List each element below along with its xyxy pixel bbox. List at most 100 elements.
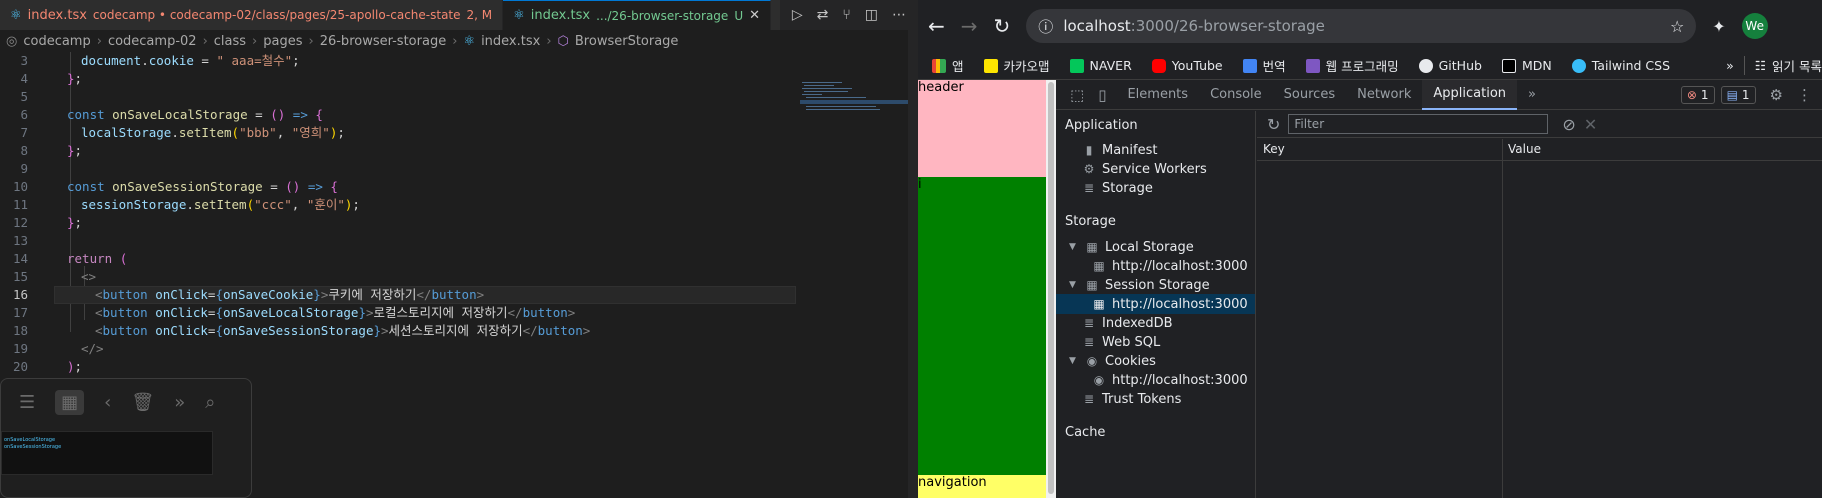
editor-tab-2[interactable]: ⚛ index.tsx .../26-browser-storage U ✕ [503, 0, 772, 30]
cookie-icon: ◉ [1086, 354, 1098, 368]
messages-badge[interactable]: ▤ 1 [1720, 85, 1756, 104]
bookmark-tailwind[interactable]: Tailwind CSS [1571, 58, 1670, 73]
expand-triangle-icon[interactable]: ▼ [1069, 356, 1079, 366]
forward-arrow-icon[interactable]: → [961, 14, 978, 38]
thumbnail-preview[interactable]: onSaveLocalStorage onSaveSessionStorage [1, 431, 213, 475]
breadcrumb-item[interactable]: 26-browser-storage [320, 34, 447, 49]
bookmark-github[interactable]: GitHub [1418, 58, 1482, 73]
sidebar-item-cookies[interactable]: ▼ ◉ Cookies [1069, 351, 1156, 371]
bookmark-star-icon[interactable]: ☆ [1670, 17, 1684, 36]
bookmark-apps[interactable]: 앱 [932, 56, 964, 75]
filter-input[interactable] [1288, 114, 1549, 134]
errors-badge[interactable]: ⊗ 1 [1680, 85, 1715, 104]
expand-triangle-icon[interactable]: ▼ [1069, 280, 1079, 290]
back-icon[interactable]: ‹ [104, 392, 111, 413]
breadcrumb-item[interactable]: codecamp [23, 34, 90, 49]
bookmark-mdn[interactable]: MDN [1501, 58, 1552, 73]
tab-console[interactable]: Console [1199, 80, 1273, 110]
storage-toolbar: ↻ ⊘ ✕ [1257, 111, 1822, 138]
inspect-icon[interactable]: ⬚ [1070, 86, 1084, 104]
sidebar-item-session-storage[interactable]: ▼ ▦ Session Storage [1069, 275, 1210, 295]
avatar[interactable]: We [1741, 13, 1768, 39]
info-icon[interactable]: ⓘ [1038, 16, 1053, 37]
thumbnail-text: onSaveSessionStorage [4, 444, 62, 450]
tab-network[interactable]: Network [1346, 80, 1422, 110]
breadcrumb-item[interactable]: BrowserStorage [575, 34, 679, 49]
device-toggle-icon[interactable]: ▯ [1098, 86, 1106, 104]
git-icon[interactable]: ⑂ [842, 7, 850, 23]
translate-icon [1242, 58, 1257, 73]
bookmark-translate[interactable]: 번역 [1242, 56, 1286, 75]
sidebar-item-storage[interactable]: ≣ Storage [1082, 178, 1153, 198]
search-icon[interactable]: ⌕ [205, 392, 215, 413]
close-icon[interactable]: ✕ [749, 8, 760, 23]
sidebar-item-cookies-origin[interactable]: ◉ http://localhost:3000 [1092, 370, 1248, 390]
sidebar-item-trust-tokens[interactable]: ≣ Trust Tokens [1082, 389, 1181, 409]
breadcrumb-item[interactable]: class [214, 34, 246, 49]
page-scrollbar[interactable] [1046, 80, 1056, 498]
run-icon[interactable]: ▷ [792, 7, 803, 23]
application-sidebar: Application ▮ Manifest ⚙ Service Workers ≣… [1056, 111, 1256, 498]
sidebar-item-service-workers[interactable]: ⚙ Service Workers [1082, 159, 1207, 179]
back-arrow-icon[interactable]: ← [928, 14, 945, 38]
expand-triangle-icon[interactable]: ▼ [1069, 242, 1079, 252]
breadcrumb-item[interactable]: index.tsx [481, 34, 540, 49]
code-line: 4}; [20, 71, 83, 86]
table-header: Key Value [1257, 139, 1822, 161]
code-line-current: 16 <button onClick={onSaveCookie}>쿠키에 저장하… [0, 286, 796, 304]
trash-icon[interactable]: 🗑 [131, 392, 154, 413]
sidebar-item-websql[interactable]: ≣ Web SQL [1082, 332, 1160, 352]
clear-all-icon[interactable]: ⊘ [1562, 115, 1575, 134]
split-editor-icon[interactable]: ◫ [865, 7, 878, 23]
scrollbar[interactable] [908, 0, 918, 498]
refresh-icon[interactable]: ↻ [1267, 115, 1280, 134]
sidebar-item-local-storage[interactable]: ▼ ▦ Local Storage [1069, 237, 1194, 257]
editor-tab-1[interactable]: ⚛ index.tsx codecamp • codecamp-02/class… [0, 0, 504, 30]
tab-elements[interactable]: Elements [1116, 80, 1199, 110]
column-value[interactable]: Value [1508, 142, 1541, 156]
address-bar[interactable]: ⓘ localhost:3000/26-browser-storage ☆ [1026, 9, 1697, 43]
tab-application[interactable]: Application [1422, 79, 1518, 110]
code-line: 6 const onSaveLocalStorage = () => { [20, 107, 323, 122]
list-icon[interactable]: ☰ [19, 392, 35, 413]
code-line: 15 <> [12, 269, 97, 284]
sidebar-item-manifest[interactable]: ▮ Manifest [1082, 140, 1158, 160]
table-icon: ▦ [1093, 297, 1105, 311]
devtools-panel: ⬚ ▯ Elements Console Sources Network App… [1056, 79, 1822, 498]
folder-icon: ◎ [6, 33, 18, 49]
apps-icon [932, 58, 946, 73]
bookmarks-overflow-icon[interactable]: » [1726, 58, 1734, 73]
bookmark-naver[interactable]: NAVER [1069, 58, 1132, 73]
code-line: 8}; [20, 143, 83, 158]
breadcrumb-item[interactable]: codecamp-02 [108, 34, 197, 49]
bookmark-web-programming[interactable]: 웹 프로그래밍 [1305, 56, 1399, 75]
extensions-icon[interactable]: ✦ [1712, 17, 1725, 36]
delete-selected-icon[interactable]: ✕ [1584, 115, 1597, 134]
more-icon[interactable]: ⋯ [892, 7, 906, 23]
minimap[interactable] [800, 80, 908, 120]
more-tabs-icon[interactable]: » [1517, 80, 1547, 110]
gear-icon[interactable]: ⚙ [1770, 86, 1783, 104]
breadcrumb-item[interactable]: pages [263, 34, 302, 49]
sidebar-item-session-origin[interactable]: ▦ http://localhost:3000 [1056, 294, 1255, 314]
database-icon: ≣ [1083, 335, 1095, 349]
code-line: 5 [20, 89, 28, 104]
bookmark-youtube[interactable]: YouTube [1151, 58, 1223, 73]
tab-status: U [734, 8, 744, 23]
forward-icon[interactable]: » [174, 392, 185, 413]
column-divider[interactable] [1502, 139, 1503, 498]
sidebar-item-local-origin[interactable]: ▦ http://localhost:3000 [1092, 256, 1247, 276]
compare-icon[interactable]: ⇄ [817, 7, 829, 23]
tab-sources[interactable]: Sources [1273, 80, 1346, 110]
sidebar-item-indexeddb[interactable]: ≣ IndexedDB [1082, 313, 1173, 333]
github-icon [1418, 58, 1433, 73]
reading-list-button[interactable]: ☷ 읽기 목록 [1743, 56, 1822, 75]
kebab-menu-icon[interactable]: ⋮ [1797, 86, 1812, 104]
browser-toolbar: ← → ↻ ⓘ localhost:3000/26-browser-storag… [918, 0, 1822, 52]
column-key[interactable]: Key [1263, 142, 1285, 156]
bookmark-kakaomap[interactable]: 카카오맵 [983, 56, 1050, 75]
scrollbar-thumb[interactable] [1048, 82, 1054, 494]
tailwind-icon [1571, 58, 1586, 73]
grid-icon[interactable]: ▦ [55, 389, 85, 415]
reload-icon[interactable]: ↻ [994, 14, 1011, 38]
